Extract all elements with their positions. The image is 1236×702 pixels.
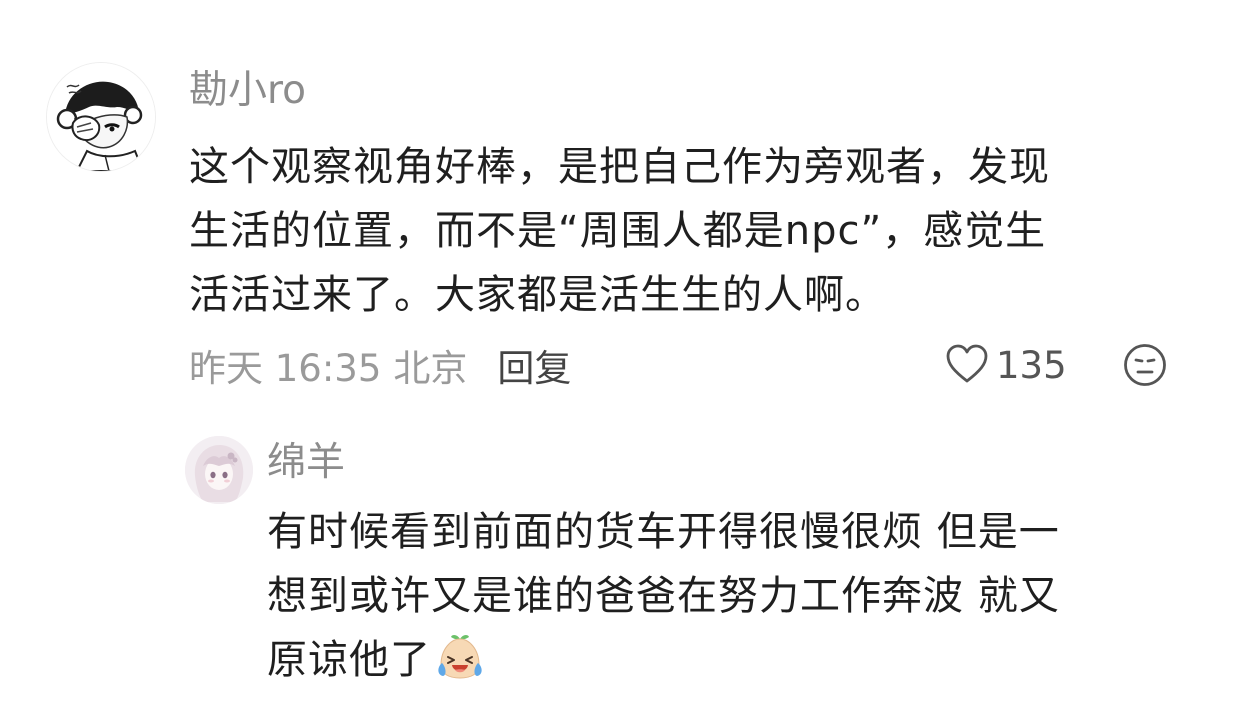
- reply-line-last: 原谅他了: [267, 628, 1187, 692]
- commenter-avatar[interactable]: [46, 62, 156, 172]
- comment-thread: 勘小ro 这个观察视角好棒，是把自己作为旁观者，发现 生活的位置，而不是“周围人…: [0, 0, 1236, 702]
- comment-time: 昨天 16:35: [189, 347, 382, 390]
- neutral-face-icon: [1124, 344, 1166, 386]
- comment-location: 北京: [393, 347, 468, 390]
- replier-username[interactable]: 绵羊: [267, 443, 345, 482]
- reply-line: 想到或许又是谁的爸爸在努力工作奔波 就又: [267, 573, 1060, 619]
- reply-button[interactable]: 回复: [497, 338, 571, 392]
- comment-line: 活活过来了。大家都是活生生的人啊。: [189, 272, 886, 318]
- commenter-username[interactable]: 勘小ro: [189, 71, 306, 110]
- reply-line-text: 原谅他了: [267, 637, 431, 683]
- reply-line: 有时候看到前面的货车开得很慢很烦 但是一: [267, 509, 1060, 555]
- anime-avatar-icon: [185, 436, 253, 504]
- sketch-avatar-icon: [47, 63, 155, 171]
- comment-line: 这个观察视角好棒，是把自己作为旁观者，发现: [189, 144, 1050, 190]
- comment-meta: 昨天 16:35 北京 回复: [189, 338, 571, 392]
- like-button[interactable]: 135: [944, 338, 1067, 392]
- laughing-crying-emoji-icon: [438, 634, 482, 679]
- heart-icon: [946, 344, 988, 383]
- dislike-button[interactable]: [1122, 342, 1168, 388]
- replier-avatar[interactable]: [185, 436, 253, 504]
- like-count: 135: [996, 343, 1067, 387]
- comment-line: 生活的位置，而不是“周围人都是npc”，感觉生: [189, 208, 1047, 254]
- reply-text: 有时候看到前面的货车开得很慢很烦 但是一 想到或许又是谁的爸爸在努力工作奔波 就…: [267, 500, 1187, 692]
- comment-text: 这个观察视角好棒，是把自己作为旁观者，发现 生活的位置，而不是“周围人都是npc…: [189, 135, 1199, 327]
